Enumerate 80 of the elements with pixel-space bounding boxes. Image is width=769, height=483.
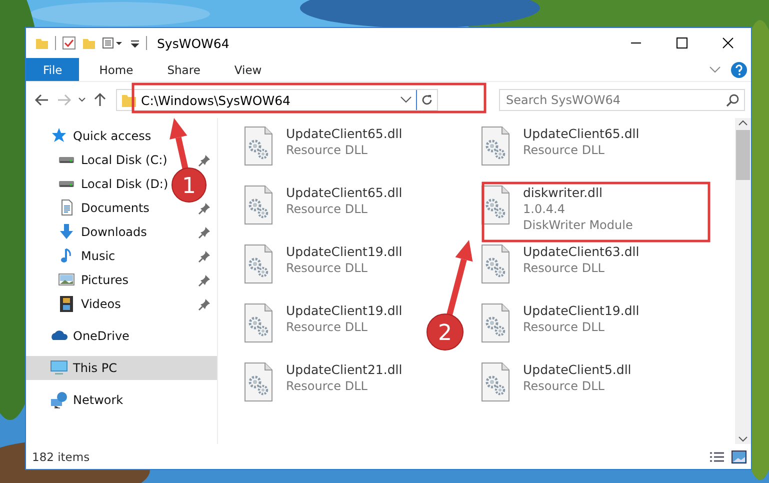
sidebar-item[interactable]: OneDrive [26,324,134,348]
file-name[interactable]: UpdateClient19.dll [286,244,402,260]
scroll-down-icon [738,434,748,444]
file-type: Resource DLL [523,260,606,276]
sidebar-item[interactable]: Documents [26,196,154,220]
scrollbar-thumb[interactable] [736,130,750,180]
refresh-icon [421,94,433,106]
file-name[interactable]: UpdateClient65.dll [286,126,402,142]
sidebar-item[interactable]: Downloads [26,220,151,244]
up-arrow-icon [92,92,108,108]
folder-icon [121,92,137,108]
maximize-icon [676,37,688,49]
ribbon-tab[interactable]: Share [153,58,214,81]
dll-file-icon [242,303,274,345]
file-name[interactable]: UpdateClient5.dll [523,362,632,378]
scroll-up-icon [738,118,748,128]
item-count: 182 items [32,450,90,464]
download-arrow-icon [58,223,76,241]
dll-file-icon [242,126,274,168]
back-arrow-icon [34,92,50,108]
step-marker [172,168,206,202]
large-icons-view-icon[interactable] [731,450,747,464]
step-number: 1 [182,174,196,199]
address-path: C:\Windows\SysWOW64 [141,92,292,108]
file-type: DiskWriter Module [523,217,633,233]
recent-locations-button[interactable] [78,96,86,104]
details-view-icon[interactable] [709,450,725,464]
film-strip-icon [58,295,76,313]
file-type: Resource DLL [286,378,368,394]
dll-file-icon [242,185,274,227]
sidebar-item[interactable]: Pictures [26,268,133,292]
file-name[interactable]: diskwriter.dll [523,185,633,201]
ribbon-tab[interactable]: View [220,58,276,81]
file-name[interactable]: UpdateClient65.dll [286,185,402,201]
file-name[interactable]: UpdateClient19.dll [523,303,640,319]
sidebar-item[interactable]: Videos [26,292,125,316]
file-type: Resource DLL [286,201,368,217]
dll-file-icon [479,362,511,404]
chevron-down-icon[interactable] [400,95,412,105]
help-icon[interactable] [731,62,747,78]
sidebar-item[interactable]: Local Disk (D:) [26,172,172,196]
network-icon [50,391,68,409]
address-field[interactable]: C:\Windows\SysWOW64 [116,89,438,111]
file-type: Resource DLL [286,260,368,276]
file-type: Resource DLL [523,319,606,335]
chevron-down-icon[interactable] [709,64,721,74]
chevron-down-icon [78,96,86,104]
file-type: Resource DLL [523,142,606,158]
sidebar-item[interactable]: Local Disk (C:) [26,148,172,172]
ribbon-tab[interactable]: File [26,58,80,81]
dll-file-icon [479,126,511,168]
sidebar-item[interactable]: Quick access [26,124,156,148]
dll-file-icon [479,244,511,286]
ribbon-tab[interactable]: Home [85,58,148,81]
window-title: SysWOW64 [157,36,230,50]
monitor-icon [50,359,68,377]
file-name[interactable]: UpdateClient63.dll [523,244,640,260]
properties-icon[interactable] [102,36,124,50]
file-name[interactable]: UpdateClient19.dll [286,303,402,319]
sidebar-item[interactable]: Music [26,244,120,268]
up-button[interactable] [92,92,108,108]
checklist-icon[interactable] [62,36,76,50]
file-type: Resource DLL [286,319,368,335]
dll-file-icon [242,244,274,286]
forward-arrow-icon [56,92,72,108]
file-version: 1.0.4.4 [523,201,566,217]
dll-file-icon [479,303,511,345]
scrollbar[interactable] [735,118,751,444]
step-marker [426,314,464,350]
dll-file-icon [242,362,274,404]
file-name[interactable]: UpdateClient65.dll [523,126,640,142]
step-number: 2 [438,321,452,346]
file-type: Resource DLL [286,142,368,158]
file-type: Resource DLL [523,378,606,394]
close-icon [722,37,734,49]
file-name[interactable]: UpdateClient21.dll [286,362,402,378]
sidebar-item[interactable]: This PC [26,356,217,380]
back-button[interactable] [34,92,50,108]
sidebar-item[interactable]: Network [26,388,128,412]
star-icon [50,127,68,145]
